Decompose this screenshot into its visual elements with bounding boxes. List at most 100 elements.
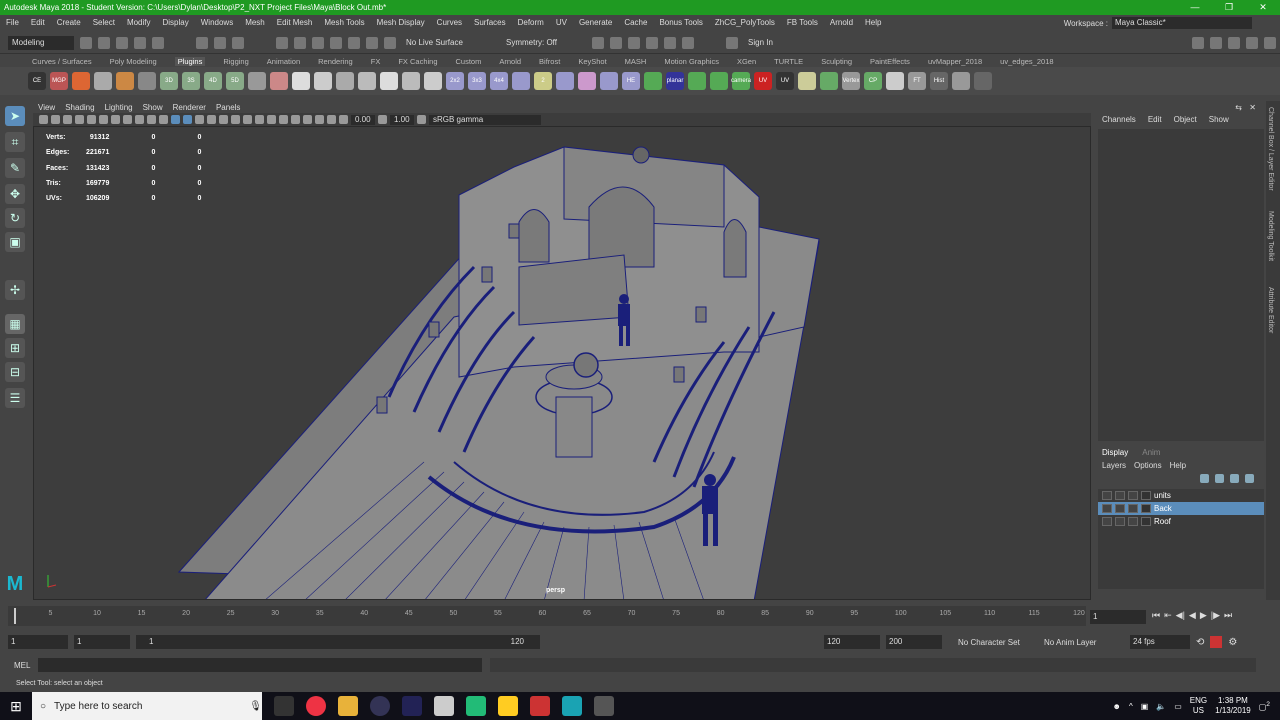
view-transform-dropdown[interactable]: sRGB gamma (429, 114, 541, 125)
default-material-icon[interactable] (195, 115, 204, 124)
fps-dropdown[interactable]: 24 fps (1130, 635, 1190, 649)
language-indicator[interactable]: ENG US (1190, 696, 1207, 716)
shelf-button-18[interactable] (424, 72, 442, 90)
two-pane-icon[interactable]: ⊟ (5, 362, 25, 382)
shelf-button-40[interactable]: FT (908, 72, 926, 90)
app-icon-2[interactable] (466, 696, 486, 716)
shelf-button-17[interactable] (402, 72, 420, 90)
shelf-button-19[interactable]: 2x2 (446, 72, 464, 90)
user-tray-icon[interactable]: ☻ (1113, 702, 1121, 711)
app-icon[interactable] (402, 696, 422, 716)
xray-active-icon[interactable] (327, 115, 336, 124)
ao-icon[interactable] (243, 115, 252, 124)
app-icon-3[interactable] (530, 696, 550, 716)
shelf-button-9[interactable]: 5D (226, 72, 244, 90)
shelf-button-14[interactable] (336, 72, 354, 90)
auto-key-icon[interactable] (1210, 636, 1223, 648)
safe-title-icon[interactable] (159, 115, 168, 124)
play-forward-icon[interactable]: ▶ (1200, 610, 1207, 621)
viewport[interactable]: Verts: 91312 0 0 Edges: 221671 0 0 Faces: 131423 0… (33, 126, 1091, 600)
maximize-button[interactable]: ❐ (1212, 0, 1246, 15)
channel-menu-channels[interactable]: Channels (1102, 115, 1136, 124)
shelf-tab-turtle[interactable]: TURTLE (774, 57, 803, 66)
shelf-tab-uv-edges-2018[interactable]: uv_edges_2018 (1000, 57, 1053, 66)
snap-point-icon[interactable] (312, 36, 324, 49)
mel-label[interactable]: MEL (14, 661, 30, 670)
shelf-button-1[interactable]: MGP (50, 72, 68, 90)
gamma-icon[interactable] (378, 115, 387, 124)
playback-end-field[interactable]: 120 (824, 635, 880, 649)
render-icon[interactable] (592, 36, 604, 49)
shelf-button-34[interactable]: UV (776, 72, 794, 90)
shelf-button-29[interactable]: planar (666, 72, 684, 90)
menu-help[interactable]: Help (865, 18, 881, 27)
panel-toggle-icon-5[interactable] (1264, 36, 1276, 49)
layer-row[interactable]: Roof (1098, 515, 1264, 528)
shelf-button-12[interactable] (292, 72, 310, 90)
select-object-icon[interactable] (214, 36, 226, 49)
pause-icon[interactable] (682, 36, 694, 49)
panel-menu-panels[interactable]: Panels (216, 103, 240, 112)
network-icon[interactable]: ▣ (1141, 702, 1149, 711)
shelf-button-23[interactable]: 2 (534, 72, 552, 90)
anim-start-field[interactable]: 1 (8, 635, 68, 649)
four-pane-icon[interactable]: ⊞ (5, 338, 25, 358)
menu-cache[interactable]: Cache (624, 18, 647, 27)
shelf-button-28[interactable] (644, 72, 662, 90)
select-component-icon[interactable] (232, 36, 244, 49)
step-back-icon[interactable]: ◀| (1176, 610, 1185, 621)
shelf-tab-painteffects[interactable]: PaintEffects (870, 57, 910, 66)
play-back-icon[interactable]: ◀ (1189, 610, 1196, 621)
command-input[interactable] (38, 658, 483, 672)
shelf-tab-rigging[interactable]: Rigging (223, 57, 248, 66)
shelf-button-0[interactable]: CE (28, 72, 46, 90)
layer-row[interactable]: Back (1098, 502, 1264, 515)
chevron-up-icon[interactable]: ^ (1129, 702, 1133, 711)
shelf-tab-fx[interactable]: FX (371, 57, 381, 66)
time-slider-bar[interactable]: 5 10 15 20 25 30 35 40 45 50 55 60 65 70 75 80 85 90 95 100… (8, 606, 1086, 626)
render-view-icon[interactable] (610, 36, 622, 49)
menu-display[interactable]: Display (163, 18, 189, 27)
obs-icon[interactable] (370, 696, 390, 716)
menu-surfaces[interactable]: Surfaces (474, 18, 506, 27)
prefs-icon[interactable]: ⚙ (1228, 637, 1237, 648)
symmetry-label[interactable]: Symmetry: Off (506, 38, 586, 47)
render-settings-icon[interactable] (646, 36, 658, 49)
shelf-tab-keyshot[interactable]: KeyShot (578, 57, 606, 66)
aa-icon[interactable] (267, 115, 276, 124)
exposure-field[interactable]: 0.00 (351, 114, 375, 125)
layer-playback-toggle[interactable] (1115, 517, 1125, 526)
shelf-button-8[interactable]: 4D (204, 72, 222, 90)
undo-icon[interactable] (134, 36, 146, 49)
menu-uv[interactable]: UV (556, 18, 567, 27)
shadows-icon[interactable] (231, 115, 240, 124)
magnet-icon[interactable] (384, 36, 396, 49)
channel-menu-object[interactable]: Object (1174, 115, 1197, 124)
shelf-tab-rendering[interactable]: Rendering (318, 57, 353, 66)
layer-visibility-toggle[interactable] (1102, 491, 1112, 500)
windows-start-icon[interactable]: ⊞ (0, 692, 32, 720)
shelf-button-43[interactable] (974, 72, 992, 90)
menu-mesh-tools[interactable]: Mesh Tools (324, 18, 364, 27)
menu-deform[interactable]: Deform (518, 18, 544, 27)
exposure-icon[interactable] (339, 115, 348, 124)
last-tool-icon[interactable]: ✢ (5, 280, 25, 300)
shelf-tab-custom[interactable]: Custom (456, 57, 482, 66)
side-tab-modeling-toolkit[interactable]: Modeling Toolkit (1267, 211, 1274, 261)
move-layer-down-icon[interactable] (1215, 474, 1224, 483)
hypershade-icon[interactable] (664, 36, 676, 49)
snap-grid-icon[interactable] (276, 36, 288, 49)
layer-menu-options[interactable]: Options (1134, 461, 1162, 470)
shelf-tab-xgen[interactable]: XGen (737, 57, 756, 66)
shelf-button-15[interactable] (358, 72, 376, 90)
side-tab-attribute-editor[interactable]: Attribute Editor (1267, 287, 1274, 333)
new-scene-icon[interactable] (80, 36, 92, 49)
lights-icon[interactable] (219, 115, 228, 124)
layer-display-type-toggle[interactable] (1128, 504, 1138, 513)
layer-menu-help[interactable]: Help (1170, 461, 1186, 470)
playback-start-field[interactable]: 1 (74, 635, 130, 649)
close-button[interactable]: ✕ (1246, 0, 1280, 15)
textured-icon[interactable] (207, 115, 216, 124)
panel-float-icon[interactable]: ⇆ (1235, 103, 1242, 112)
motion-blur-icon[interactable] (255, 115, 264, 124)
